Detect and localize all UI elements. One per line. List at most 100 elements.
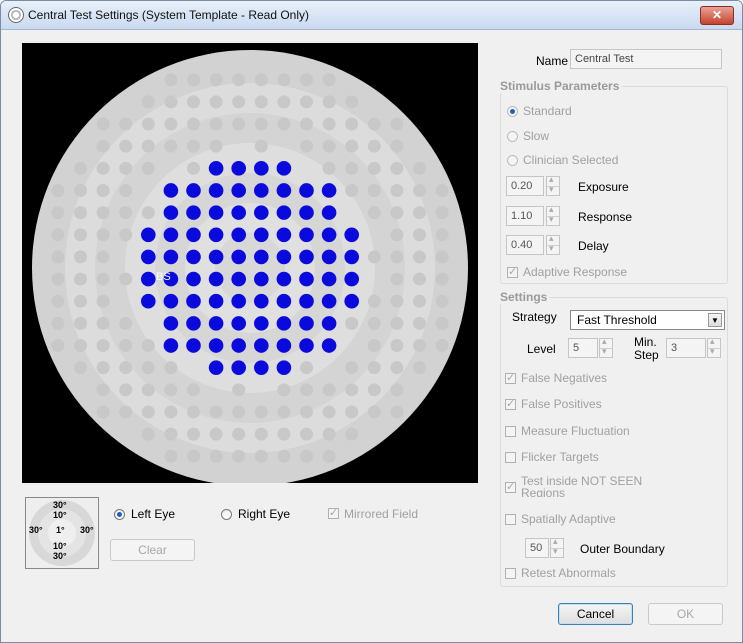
test-point bbox=[276, 338, 292, 353]
delay-input[interactable]: 0.40 bbox=[506, 235, 544, 255]
test-point bbox=[163, 316, 179, 331]
test-point bbox=[276, 271, 292, 287]
slow-label[interactable]: Slow bbox=[523, 129, 549, 143]
name-field[interactable]: Central Test bbox=[570, 49, 722, 69]
flicker-targets-label[interactable]: Flicker Targets bbox=[521, 450, 599, 464]
left-eye-label[interactable]: Left Eye bbox=[131, 507, 175, 521]
inactive-point bbox=[435, 183, 449, 197]
close-button[interactable]: ✕ bbox=[700, 6, 734, 25]
level-spinner[interactable] bbox=[599, 336, 613, 358]
test-point bbox=[254, 293, 269, 309]
inactive-point bbox=[141, 95, 155, 109]
slow-radio[interactable] bbox=[507, 131, 518, 142]
cancel-button[interactable]: Cancel bbox=[558, 603, 633, 625]
test-inside-not-seen-checkbox[interactable] bbox=[505, 480, 516, 493]
inactive-point bbox=[322, 139, 336, 153]
test-point bbox=[141, 271, 156, 287]
inactive-point bbox=[232, 405, 246, 419]
inactive-point bbox=[74, 161, 87, 175]
inactive-point bbox=[390, 250, 404, 264]
test-point bbox=[254, 360, 269, 375]
measure-fluctuation-label[interactable]: Measure Fluctuation bbox=[521, 424, 630, 438]
inactive-point bbox=[119, 361, 133, 375]
clinician-selected-label[interactable]: Clinician Selected bbox=[523, 153, 618, 167]
inactive-point bbox=[119, 405, 133, 419]
inactive-point bbox=[187, 117, 200, 131]
level-input[interactable]: 5 bbox=[568, 338, 598, 358]
spatially-adaptive-label[interactable]: Spatially Adaptive bbox=[521, 512, 616, 526]
inactive-point bbox=[277, 73, 291, 87]
min-step-spinner[interactable] bbox=[707, 336, 721, 358]
test-point bbox=[231, 205, 246, 220]
inactive-point bbox=[322, 427, 336, 441]
inactive-point bbox=[164, 73, 178, 87]
inactive-point bbox=[435, 339, 449, 353]
mirrored-field-checkbox[interactable] bbox=[328, 506, 339, 519]
app-icon bbox=[8, 7, 24, 23]
test-point bbox=[208, 205, 224, 220]
inactive-point bbox=[187, 383, 200, 397]
test-point bbox=[299, 205, 314, 220]
inactive-point bbox=[390, 405, 404, 419]
inactive-point bbox=[141, 405, 155, 419]
test-inside-not-seen-label[interactable]: Test inside NOT SEEN Regions bbox=[521, 475, 671, 497]
test-point bbox=[141, 227, 156, 243]
inactive-point bbox=[119, 139, 133, 153]
clinician-selected-radio[interactable] bbox=[507, 155, 518, 166]
spatially-adaptive-checkbox[interactable] bbox=[505, 514, 516, 525]
test-point bbox=[299, 338, 314, 353]
outer-boundary-spinner[interactable] bbox=[550, 536, 564, 558]
retest-abnormals-label[interactable]: Retest Abnormals bbox=[521, 566, 616, 580]
degree-map-thumbnail[interactable]: 30° 10° 30° 1° 30° 10° 30° bbox=[25, 497, 99, 569]
inactive-point bbox=[119, 117, 133, 131]
inactive-point bbox=[390, 316, 404, 330]
inactive-point bbox=[119, 161, 133, 175]
test-point bbox=[254, 249, 269, 265]
adaptive-response-checkbox[interactable] bbox=[507, 265, 518, 278]
test-point bbox=[163, 183, 179, 198]
right-eye-label[interactable]: Right Eye bbox=[238, 507, 290, 521]
test-point bbox=[163, 227, 179, 243]
test-point bbox=[186, 249, 201, 265]
flicker-targets-checkbox[interactable] bbox=[505, 452, 516, 463]
inactive-point bbox=[390, 383, 404, 397]
exposure-input[interactable]: 0.20 bbox=[506, 176, 544, 196]
test-point bbox=[344, 249, 360, 265]
standard-label[interactable]: Standard bbox=[523, 104, 572, 118]
inactive-point bbox=[413, 206, 426, 220]
inactive-point bbox=[367, 316, 381, 330]
response-input[interactable]: 1.10 bbox=[506, 206, 544, 226]
measure-fluctuation-checkbox[interactable] bbox=[505, 426, 516, 437]
mirrored-field-label[interactable]: Mirrored Field bbox=[344, 507, 418, 521]
standard-radio[interactable] bbox=[507, 106, 518, 117]
false-positives-checkbox[interactable] bbox=[505, 397, 516, 410]
inactive-point bbox=[435, 228, 449, 242]
inactive-point bbox=[119, 183, 133, 197]
delay-label: Delay bbox=[578, 239, 609, 253]
outer-boundary-input[interactable]: 50 bbox=[525, 538, 549, 558]
left-eye-radio[interactable] bbox=[114, 509, 125, 520]
inactive-point bbox=[390, 228, 404, 242]
min-step-input[interactable]: 3 bbox=[666, 338, 706, 358]
inactive-point bbox=[51, 206, 65, 220]
response-spinner[interactable] bbox=[546, 204, 560, 226]
inactive-point bbox=[96, 316, 110, 330]
ok-button[interactable]: OK bbox=[648, 603, 723, 625]
strategy-select[interactable]: Fast Threshold ▼ bbox=[570, 310, 725, 330]
false-negatives-label[interactable]: False Negatives bbox=[521, 371, 607, 385]
adaptive-response-label[interactable]: Adaptive Response bbox=[523, 265, 627, 279]
test-point bbox=[231, 227, 246, 243]
mini-inner-bottom-label: 10° bbox=[53, 541, 67, 551]
delay-spinner[interactable] bbox=[546, 233, 560, 255]
false-negatives-checkbox[interactable] bbox=[505, 371, 516, 384]
clear-button[interactable]: Clear bbox=[110, 539, 195, 561]
visual-field-display[interactable]: BS bbox=[22, 43, 478, 483]
retest-abnormals-checkbox[interactable] bbox=[505, 568, 516, 579]
inactive-point bbox=[367, 139, 381, 153]
false-positives-label[interactable]: False Positives bbox=[521, 397, 602, 411]
test-point bbox=[299, 316, 314, 331]
inactive-point bbox=[164, 405, 178, 419]
exposure-spinner[interactable] bbox=[546, 174, 560, 196]
inactive-point bbox=[390, 294, 404, 308]
right-eye-radio[interactable] bbox=[221, 509, 232, 520]
